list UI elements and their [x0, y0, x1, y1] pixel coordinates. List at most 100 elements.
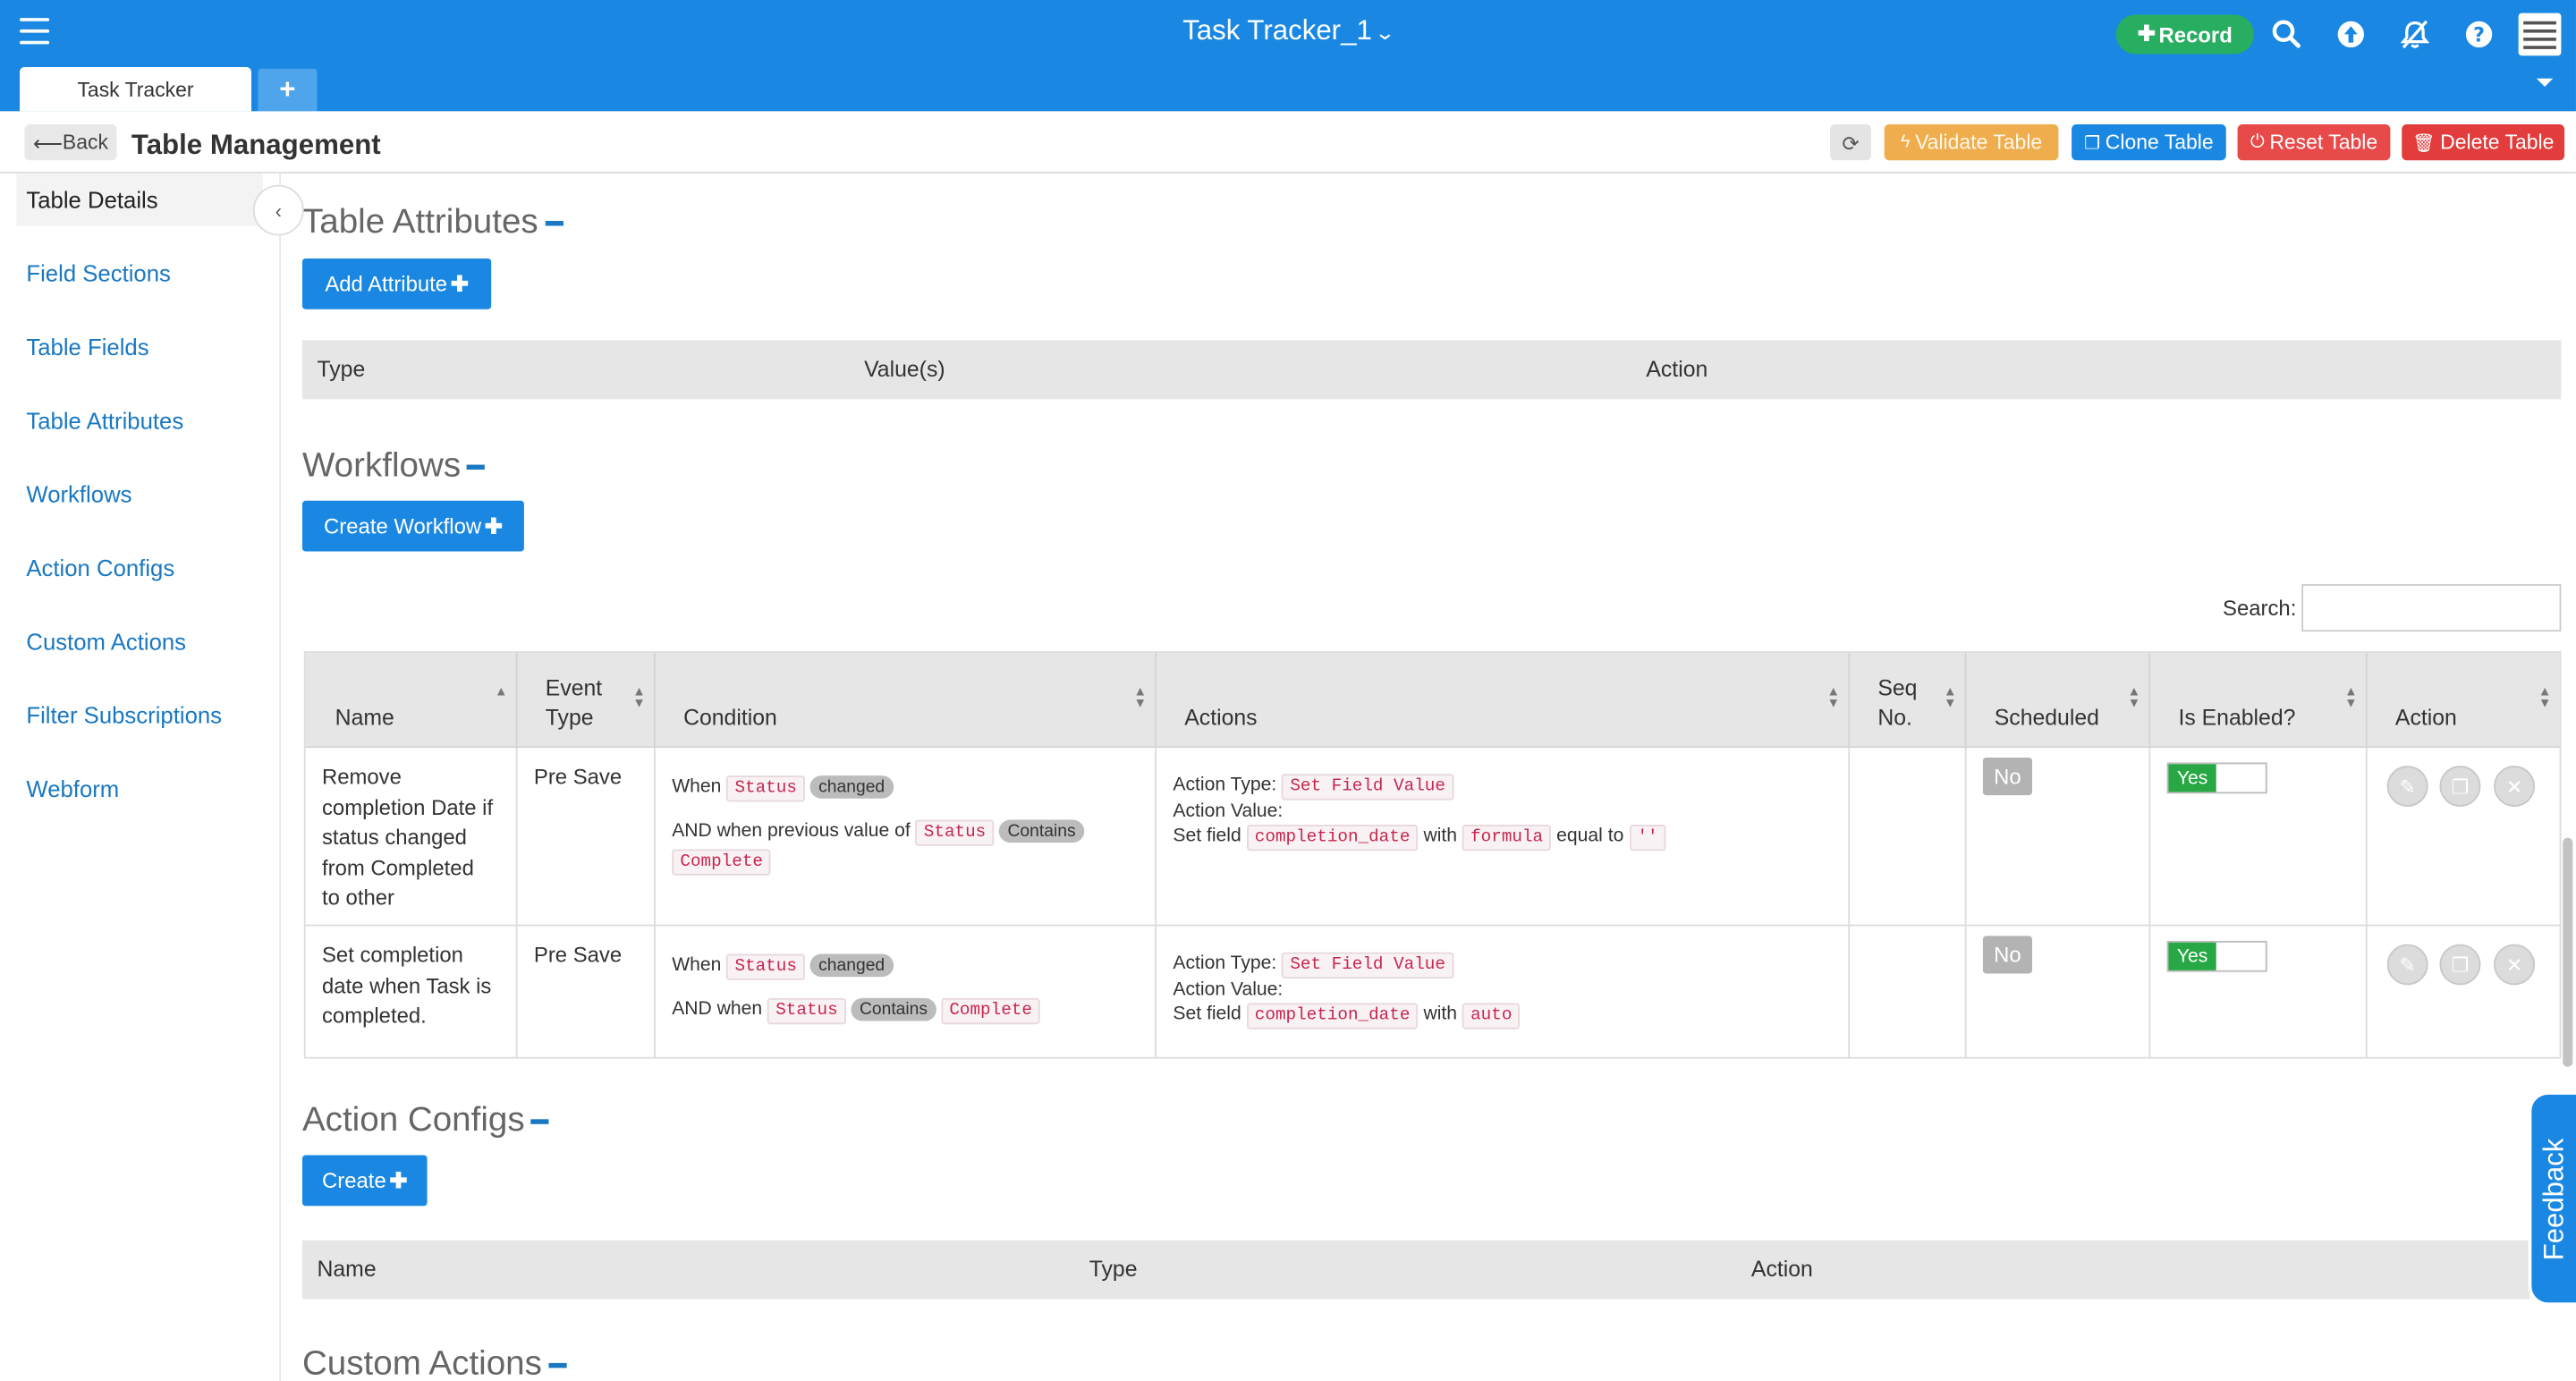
tab-menu-caret-icon[interactable]: [2536, 78, 2554, 87]
create-workflow-button[interactable]: Create Workflow ✚: [301, 500, 524, 552]
table-attributes-title: Table Attributes: [302, 203, 564, 242]
clone-table-button[interactable]: ❐ Clone Table: [2072, 124, 2226, 161]
column-header-condition[interactable]: Condition ▲ ▼: [656, 652, 1157, 749]
upload-icon[interactable]: [2334, 18, 2368, 51]
table-attributes-header: Type Value(s) Action: [301, 340, 2562, 400]
sidebar: Table Details Field Sections Table Field…: [0, 173, 282, 1381]
column-header-values: Value(s): [864, 356, 945, 382]
field-tag: Status: [726, 953, 806, 980]
scheduled-badge: No: [1982, 758, 2032, 796]
column-header-event-type[interactable]: Event Type ▲ ▼: [518, 652, 656, 749]
column-header-is-enabled[interactable]: Is Enabled? ▲ ▼: [2150, 652, 2368, 749]
column-header-seq-no[interactable]: Seq No. ▲ ▼: [1850, 652, 1967, 749]
with-tag: formula: [1462, 825, 1552, 851]
sidebar-item-workflows[interactable]: Workflows: [0, 468, 263, 521]
feedback-tab[interactable]: Feedback: [2528, 1091, 2576, 1306]
name-line: completion Date if: [321, 794, 494, 819]
enabled-toggle[interactable]: Yes: [2166, 940, 2267, 972]
back-label: Back: [62, 131, 108, 154]
act-text: equal to: [1556, 826, 1624, 846]
sort-icon: ▲ ▼: [1133, 683, 1148, 710]
sort-icon: ▲ ▼: [2344, 683, 2358, 710]
field-tag: Status: [767, 997, 846, 1025]
delete-button[interactable]: ✕: [2494, 944, 2536, 986]
collapse-section-icon[interactable]: [545, 220, 564, 226]
column-header-name[interactable]: Name ▲: [306, 652, 518, 749]
plus-icon: ✚: [450, 270, 469, 296]
name-line: from Completed: [321, 854, 474, 880]
cell-seq-no: [1850, 926, 1967, 1059]
field-tag: Status: [726, 775, 806, 802]
event-type: Pre Save: [533, 764, 623, 789]
pencil-icon: ✎: [2399, 953, 2416, 977]
collapse-section-icon[interactable]: [467, 464, 486, 470]
refresh-button[interactable]: ⟳: [1830, 124, 1872, 161]
sidebar-item-action-configs[interactable]: Action Configs: [0, 542, 263, 595]
column-header-scheduled[interactable]: Scheduled ▲ ▼: [1967, 652, 2151, 749]
add-attribute-button[interactable]: Add Attribute ✚: [301, 258, 492, 309]
name-line: Set completion: [321, 942, 463, 968]
workflows-title: Workflows: [302, 446, 486, 486]
create-action-config-button[interactable]: Create ✚: [301, 1155, 428, 1207]
condition-line: When Status changed: [672, 953, 894, 980]
sidebar-item-field-sections[interactable]: Field Sections: [0, 247, 263, 300]
cell-is-enabled: Yes: [2150, 926, 2368, 1059]
hamburger-menu-icon[interactable]: [20, 18, 50, 45]
add-tab-button[interactable]: +: [258, 68, 318, 112]
close-icon: ✕: [2505, 775, 2523, 798]
copy-icon: ❐: [2451, 953, 2470, 977]
column-header-action[interactable]: Action ▲ ▼: [2368, 653, 2560, 748]
sidebar-item-label: Field Sections: [26, 259, 171, 287]
edit-button[interactable]: ✎: [2386, 944, 2428, 986]
back-button[interactable]: ⟵ Back: [24, 124, 117, 161]
cell-name: Remove completion Date if status changed…: [306, 748, 518, 925]
reset-table-button[interactable]: ⏻ Reset Table: [2237, 124, 2391, 161]
app-title-dropdown[interactable]: Task Tracker_1 ⌄: [1182, 14, 1395, 46]
record-button[interactable]: ✚ Record: [2115, 14, 2254, 55]
sidebar-item-table-details[interactable]: Table Details: [16, 173, 263, 226]
sidebar-item-custom-actions[interactable]: Custom Actions: [0, 615, 263, 668]
workflow-search-input[interactable]: [2301, 584, 2562, 632]
sidebar-item-filter-subscriptions[interactable]: Filter Subscriptions: [0, 689, 263, 741]
collapse-section-icon[interactable]: [531, 1119, 550, 1124]
cond-text: When: [672, 776, 722, 797]
action-line: Set field completion_date with auto: [1173, 1003, 1521, 1029]
delete-button[interactable]: ✕: [2494, 766, 2536, 807]
notifications-off-icon[interactable]: [2399, 18, 2432, 51]
header-label: Is Enabled?: [2178, 705, 2296, 730]
scheduled-badge: No: [1982, 936, 2032, 974]
top-bar: Task Tracker_1 ⌄ ✚ Record ? Task Tracker +: [0, 0, 2576, 112]
copy-button[interactable]: ❐: [2439, 944, 2481, 986]
column-header-actions[interactable]: Actions ▲ ▼: [1157, 652, 1851, 749]
enabled-toggle[interactable]: Yes: [2166, 762, 2267, 794]
sidebar-item-webform[interactable]: Webform: [0, 763, 263, 816]
sidebar-item-label: Table Fields: [26, 334, 149, 360]
search-icon[interactable]: [2270, 18, 2303, 51]
collapse-section-icon[interactable]: [548, 1362, 567, 1368]
condition-line: Complete: [672, 849, 772, 876]
sidebar-collapse-button[interactable]: ‹: [252, 184, 304, 236]
delete-table-button[interactable]: 🗑 Delete Table: [2402, 124, 2565, 161]
validate-label: Validate Table: [1915, 131, 2043, 154]
name-line: date when Task is: [321, 972, 492, 998]
value-tag: Complete: [672, 849, 772, 876]
app-switcher-icon[interactable]: [2518, 13, 2562, 56]
tab-task-tracker[interactable]: Task Tracker: [20, 67, 252, 112]
act-text: Action Type:: [1173, 953, 1277, 974]
trash-icon: 🗑: [2411, 133, 2436, 154]
page-scrollbar[interactable]: [2563, 837, 2573, 1067]
action-line: Set field completion_date with formula e…: [1173, 825, 1666, 851]
sidebar-item-label: Workflows: [26, 480, 132, 508]
feedback-label: Feedback: [2538, 1137, 2570, 1260]
header-label: Name: [335, 705, 394, 730]
edit-button[interactable]: ✎: [2386, 766, 2428, 807]
validate-table-button[interactable]: ϟ Validate Table: [1884, 124, 2059, 161]
sidebar-item-table-fields[interactable]: Table Fields: [0, 321, 263, 374]
sidebar-item-table-attributes[interactable]: Table Attributes: [0, 394, 263, 447]
tab-strip: Task Tracker +: [0, 65, 2576, 112]
toggle-label: Yes: [2168, 764, 2216, 792]
copy-button[interactable]: ❐: [2439, 766, 2481, 807]
sidebar-item-label: Table Details: [26, 186, 158, 213]
help-icon[interactable]: ?: [2462, 18, 2496, 51]
column-header-action: Action: [1750, 1256, 1813, 1282]
